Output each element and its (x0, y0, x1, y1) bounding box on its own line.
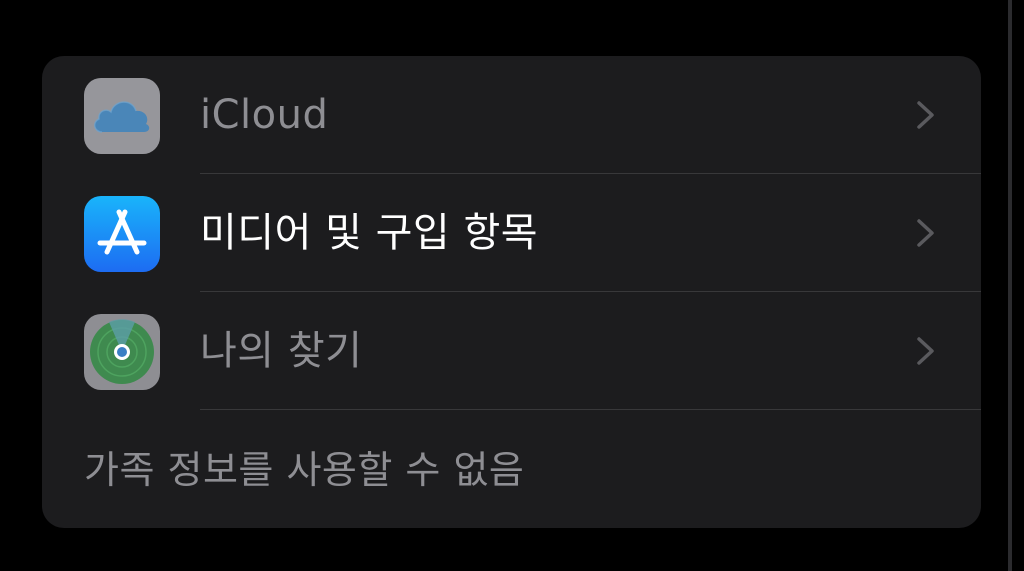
icloud-icon (84, 78, 160, 154)
media-purchases-label: 미디어 및 구입 항목 (200, 210, 539, 256)
find-my-icon (84, 314, 160, 390)
screen-edge (1008, 0, 1012, 571)
icloud-label: iCloud (200, 92, 329, 138)
chevron-right-icon (917, 219, 934, 247)
settings-group-card: iCloud 미디어 및 구입 항목 나의 찾기 가족 정보를 사용할 수 없음 (42, 56, 981, 528)
row-separator (200, 409, 981, 410)
find-my-row[interactable]: 나의 찾기 (42, 292, 981, 410)
chevron-right-icon (917, 101, 934, 129)
family-info-unavailable-text: 가족 정보를 사용할 수 없음 (84, 448, 525, 492)
chevron-right-icon (917, 337, 934, 365)
icloud-row[interactable]: iCloud (42, 56, 981, 174)
media-purchases-row[interactable]: 미디어 및 구입 항목 (42, 174, 981, 292)
find-my-label: 나의 찾기 (200, 328, 363, 374)
screen: iCloud 미디어 및 구입 항목 나의 찾기 가족 정보를 사용할 수 없음 (0, 0, 1024, 571)
app-store-icon (84, 196, 160, 272)
